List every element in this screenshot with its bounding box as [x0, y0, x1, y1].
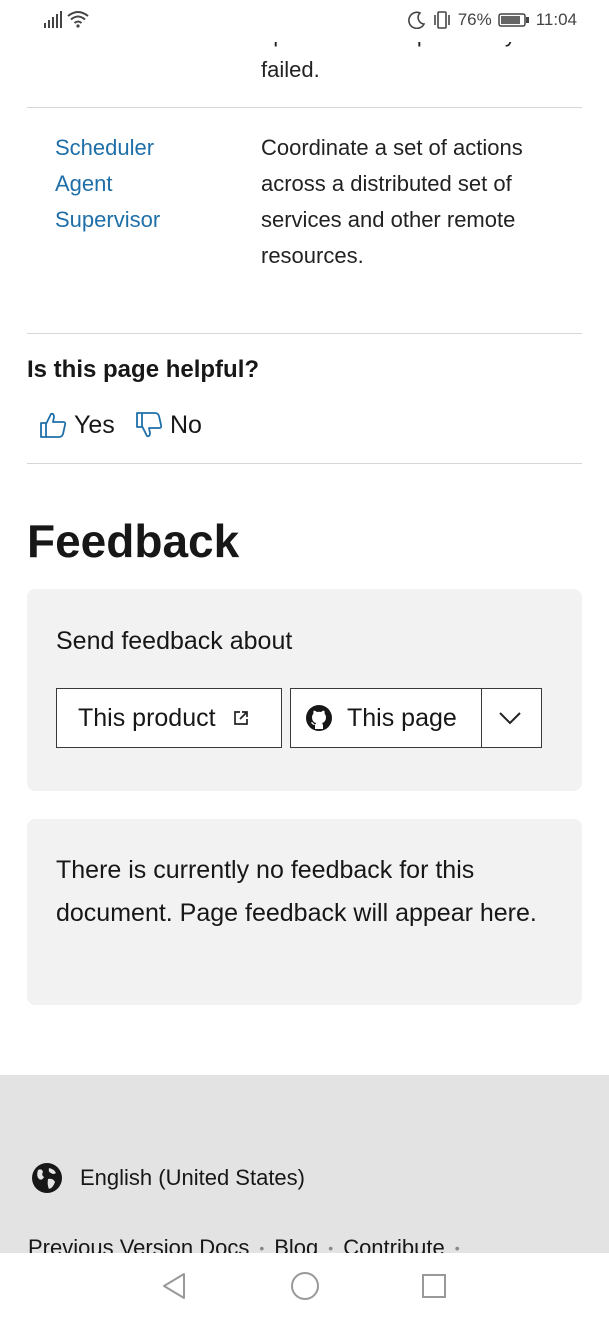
footer-links: Previous Version Docs • Blog • Contribut…: [28, 1235, 460, 1253]
this-product-button[interactable]: This product: [56, 688, 282, 748]
locale-selector[interactable]: English (United States): [30, 1161, 305, 1195]
battery-percent: 76%: [457, 10, 492, 29]
no-button[interactable]: No: [134, 410, 202, 440]
clock: 11:04: [535, 10, 577, 29]
pattern-links: Scheduler Agent Supervisor: [55, 130, 160, 238]
back-icon[interactable]: [160, 1271, 188, 1301]
yes-label: Yes: [74, 410, 115, 439]
signal-icon: [44, 10, 62, 28]
table-divider: [27, 107, 582, 108]
thumbs-up-icon: [40, 412, 67, 438]
this-page-button[interactable]: This page: [290, 688, 542, 748]
pattern-link-agent[interactable]: Agent: [55, 166, 160, 202]
footer-separator: •: [328, 1240, 334, 1253]
helpful-divider: [27, 463, 582, 464]
globe-icon: [32, 1163, 62, 1193]
this-page-label: This page: [347, 703, 457, 732]
pattern-description: Coordinate a set of actions across a dis…: [261, 135, 523, 268]
feedback-title: Feedback: [27, 515, 240, 567]
yes-button[interactable]: Yes: [38, 410, 115, 440]
footer-link-contribute[interactable]: Contribute: [343, 1235, 445, 1253]
thumbs-down-icon: [136, 412, 163, 438]
feedback-empty-panel: There is currently no feedback for this …: [27, 819, 582, 1005]
helpful-question: Is this page helpful?: [27, 356, 260, 383]
recents-icon[interactable]: [420, 1271, 448, 1301]
github-icon: [306, 705, 332, 731]
footer: English (United States) Previous Version…: [0, 1075, 609, 1253]
send-feedback-panel: Send feedback about This product This pa…: [27, 589, 582, 791]
footer-separator: •: [259, 1240, 265, 1253]
moon-icon: [407, 11, 425, 29]
send-feedback-label: Send feedback about: [56, 627, 293, 655]
previous-row-description: failed.: [261, 57, 320, 82]
status-right: 76% 11:04: [407, 10, 577, 30]
status-left: [44, 10, 89, 28]
pattern-link-supervisor[interactable]: Supervisor: [55, 202, 160, 238]
wifi-icon: [67, 11, 89, 28]
vibrate-icon: [433, 11, 450, 29]
empty-feedback-message: There is currently no feedback for this …: [56, 856, 537, 927]
battery-icon: [497, 13, 529, 27]
split-divider: [481, 689, 482, 747]
footer-link-previous-docs[interactable]: Previous Version Docs: [28, 1235, 249, 1253]
locale-label: English (United States): [80, 1165, 305, 1190]
chevron-down-icon[interactable]: [497, 705, 523, 731]
system-nav-bar: [0, 1253, 609, 1323]
no-label: No: [170, 410, 202, 439]
this-product-label: This product: [78, 703, 216, 732]
footer-separator: •: [454, 1240, 460, 1253]
footer-link-blog[interactable]: Blog: [274, 1235, 318, 1253]
home-icon[interactable]: [290, 1271, 320, 1301]
external-link-icon: [233, 711, 248, 725]
pattern-link-scheduler[interactable]: Scheduler: [55, 130, 160, 166]
status-bar: 76% 11:04: [0, 0, 609, 42]
table-bottom-divider: [27, 333, 582, 334]
